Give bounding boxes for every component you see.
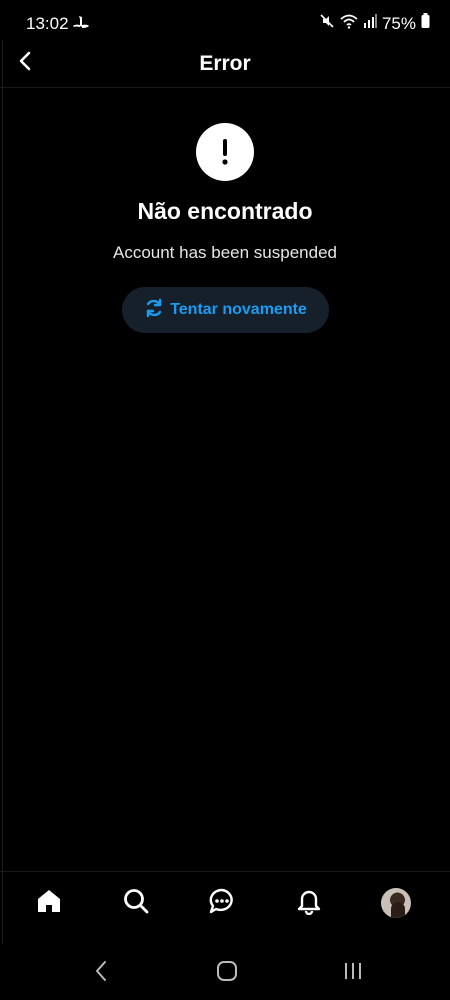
- system-home-button[interactable]: [212, 958, 242, 988]
- signal-icon: [363, 13, 377, 34]
- recents-icon: [342, 960, 364, 987]
- error-title: Não encontrado: [137, 198, 313, 224]
- chevron-left-icon: [94, 960, 108, 987]
- refresh-icon: [144, 298, 164, 323]
- retry-button[interactable]: Tentar novamente: [122, 287, 329, 333]
- retry-label: Tentar novamente: [170, 301, 307, 318]
- home-outline-icon: [216, 960, 238, 987]
- system-recents-button[interactable]: [338, 958, 368, 988]
- exclamation-icon: [196, 123, 254, 181]
- avatar: [381, 888, 411, 918]
- tab-home[interactable]: [32, 886, 66, 920]
- header: Error: [0, 40, 450, 88]
- tab-search[interactable]: [119, 886, 153, 920]
- status-time: 13:02: [26, 14, 69, 33]
- home-icon: [35, 887, 63, 920]
- battery-icon: [421, 13, 430, 34]
- tab-profile[interactable]: [379, 886, 413, 920]
- tab-messages[interactable]: [205, 886, 239, 920]
- system-nav-bar: [0, 944, 450, 1000]
- mute-icon: [319, 13, 335, 34]
- search-icon: [122, 887, 150, 920]
- playstation-icon: [72, 15, 90, 31]
- error-message: Account has been suspended: [112, 243, 337, 262]
- tab-notifications[interactable]: [292, 886, 326, 920]
- page-title: Error: [199, 52, 251, 75]
- status-right: 75%: [319, 13, 430, 34]
- bottom-tab-bar: [0, 871, 450, 937]
- notifications-icon: [295, 887, 323, 920]
- system-back-button[interactable]: [86, 958, 116, 988]
- battery-percentage: 75%: [381, 13, 416, 33]
- wifi-icon: [340, 13, 358, 34]
- messages-icon: [208, 887, 236, 920]
